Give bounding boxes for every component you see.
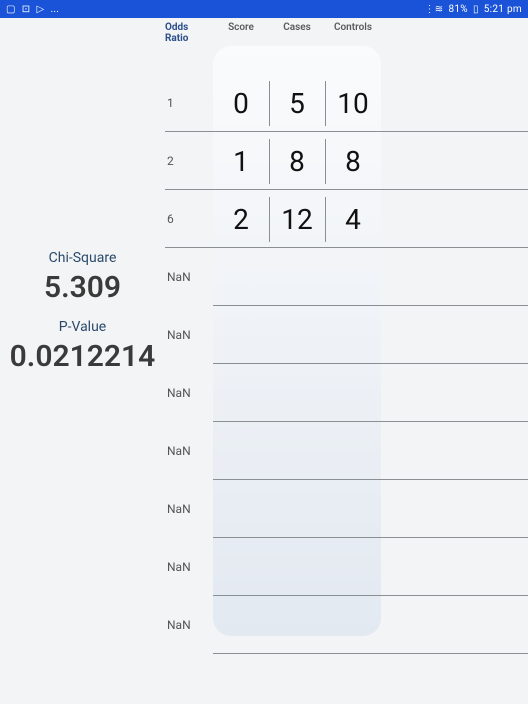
status-icon: ▷: [36, 4, 44, 15]
controls-cell[interactable]: 10: [325, 87, 381, 120]
table-row: NaN: [165, 364, 528, 422]
table-row: NaN: [165, 596, 528, 654]
stats-panel: Chi-Square 5.309 P-Value 0.0212214: [0, 18, 165, 704]
score-cell[interactable]: 0: [213, 87, 269, 120]
odds-ratio-value: 1: [165, 96, 213, 110]
header-odds-ratio: Odds Ratio: [165, 22, 213, 44]
status-icon: ▢: [6, 4, 16, 15]
battery-text: 81%: [448, 4, 467, 15]
table-area: Odds Ratio Score Cases Controls 10510218…: [165, 18, 528, 704]
controls-cell[interactable]: 4: [325, 203, 381, 236]
header-score: Score: [213, 22, 269, 44]
cases-cell[interactable]: 5: [269, 87, 325, 120]
score-cell[interactable]: 2: [213, 203, 269, 236]
table-row: 10510: [165, 74, 528, 132]
rows-container: 10510218862124NaNNaNNaNNaNNaNNaNNaN: [165, 46, 528, 654]
table-row: NaN: [165, 248, 528, 306]
status-icon: ...: [50, 4, 59, 15]
column-headers: Odds Ratio Score Cases Controls: [165, 22, 528, 44]
cases-cell[interactable]: 8: [269, 145, 325, 178]
app-surface: Chi-Square 5.309 P-Value 0.0212214 Odds …: [0, 18, 528, 704]
chi-square-label: Chi-Square: [0, 250, 165, 266]
p-value-label: P-Value: [0, 319, 165, 335]
odds-ratio-value: NaN: [165, 560, 213, 574]
status-right: ⋮≋ 81% ▯ 5:21 pm: [424, 4, 522, 15]
table-row: 62124: [165, 190, 528, 248]
battery-icon: ▯: [473, 4, 479, 15]
chi-square-value: 5.309: [0, 270, 165, 305]
p-value-value: 0.0212214: [0, 339, 165, 374]
score-cell[interactable]: 1: [213, 145, 269, 178]
odds-ratio-value: 2: [165, 154, 213, 168]
table-row: NaN: [165, 306, 528, 364]
android-status-bar: ▢ ⊡ ▷ ... ⋮≋ 81% ▯ 5:21 pm: [0, 0, 528, 18]
odds-ratio-value: NaN: [165, 270, 213, 284]
odds-ratio-value: 6: [165, 212, 213, 226]
table-row: 2188: [165, 132, 528, 190]
odds-ratio-value: NaN: [165, 328, 213, 342]
controls-cell[interactable]: 8: [325, 145, 381, 178]
table-row: NaN: [165, 538, 528, 596]
odds-ratio-value: NaN: [165, 502, 213, 516]
odds-ratio-value: NaN: [165, 386, 213, 400]
wifi-icon: ⋮≋: [424, 4, 443, 15]
odds-ratio-value: NaN: [165, 444, 213, 458]
status-icon: ⊡: [22, 4, 31, 15]
status-left: ▢ ⊡ ▷ ...: [6, 4, 59, 15]
odds-ratio-value: NaN: [165, 618, 213, 632]
table-row: NaN: [165, 480, 528, 538]
clock: 5:21 pm: [484, 4, 522, 15]
header-cases: Cases: [269, 22, 325, 44]
header-controls: Controls: [325, 22, 381, 44]
cases-cell[interactable]: 12: [269, 203, 325, 236]
table-row: NaN: [165, 422, 528, 480]
